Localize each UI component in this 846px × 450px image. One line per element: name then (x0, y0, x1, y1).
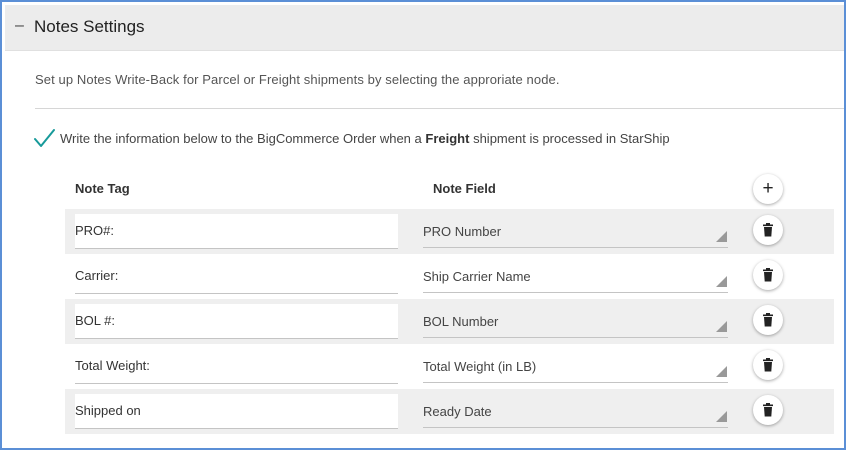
section-header[interactable]: – Notes Settings (5, 5, 844, 51)
delete-row-button[interactable] (753, 350, 783, 380)
table-row: Total Weight: Total Weight (in LB) (65, 344, 834, 389)
writeback-text-after: shipment is processed in StarShip (473, 130, 670, 146)
trash-icon (763, 358, 773, 372)
delete-row-button[interactable] (753, 305, 783, 335)
dropdown-arrow-icon (716, 276, 727, 287)
table-row: Shipped on Ready Date (65, 389, 834, 434)
note-field-select[interactable]: Ready Date (423, 397, 728, 428)
note-field-select[interactable]: Ship Carrier Name (423, 262, 728, 293)
trash-icon (763, 268, 773, 282)
note-rows: PRO#: PRO Number Carrier: Ship Carrier N… (65, 209, 834, 434)
note-field-value: Ready Date (423, 404, 492, 419)
dropdown-arrow-icon (716, 321, 727, 332)
table-row: BOL #: BOL Number (65, 299, 834, 344)
notes-settings-panel: – Notes Settings Set up Notes Write-Back… (0, 0, 846, 450)
dropdown-arrow-icon (716, 411, 727, 422)
plus-icon: + (762, 177, 774, 199)
table-row: Carrier: Ship Carrier Name (65, 254, 834, 299)
writeback-text-before: Write the information below to the BigCo… (60, 130, 422, 146)
divider (35, 108, 844, 109)
delete-row-button[interactable] (753, 215, 783, 245)
checkmark-icon[interactable] (33, 127, 55, 149)
add-note-button[interactable]: + (753, 174, 783, 204)
table-row: PRO#: PRO Number (65, 209, 834, 254)
note-tag-input[interactable]: Total Weight: (75, 349, 398, 384)
note-tag-input[interactable]: BOL #: (75, 304, 398, 339)
dropdown-arrow-icon (716, 231, 727, 242)
note-field-value: BOL Number (423, 314, 499, 329)
note-tag-input[interactable]: PRO#: (75, 214, 398, 249)
note-field-select[interactable]: BOL Number (423, 307, 728, 338)
delete-row-button[interactable] (753, 395, 783, 425)
note-field-value: PRO Number (423, 224, 502, 239)
collapse-toggle[interactable]: – (15, 17, 24, 35)
writeback-label: Write the information below to the BigCo… (60, 131, 670, 146)
trash-icon (763, 223, 773, 237)
freight-writeback-checkbox[interactable]: Write the information below to the BigCo… (33, 126, 670, 150)
dropdown-arrow-icon (716, 366, 727, 377)
trash-icon (763, 313, 773, 327)
note-tag-input[interactable]: Carrier: (75, 259, 398, 294)
delete-row-button[interactable] (753, 260, 783, 290)
note-field-select[interactable]: Total Weight (in LB) (423, 352, 728, 383)
section-description: Set up Notes Write-Back for Parcel or Fr… (35, 72, 560, 87)
note-field-value: Ship Carrier Name (423, 269, 531, 284)
section-title: Notes Settings (34, 17, 145, 36)
note-field-value: Total Weight (in LB) (423, 359, 537, 374)
writeback-text-bold: Freight (425, 130, 470, 146)
note-tag-input[interactable]: Shipped on (75, 394, 398, 429)
note-field-select[interactable]: PRO Number (423, 217, 728, 248)
note-field-column-header: Note Field (433, 181, 496, 196)
note-tag-column-header: Note Tag (75, 181, 130, 196)
trash-icon (763, 403, 773, 417)
